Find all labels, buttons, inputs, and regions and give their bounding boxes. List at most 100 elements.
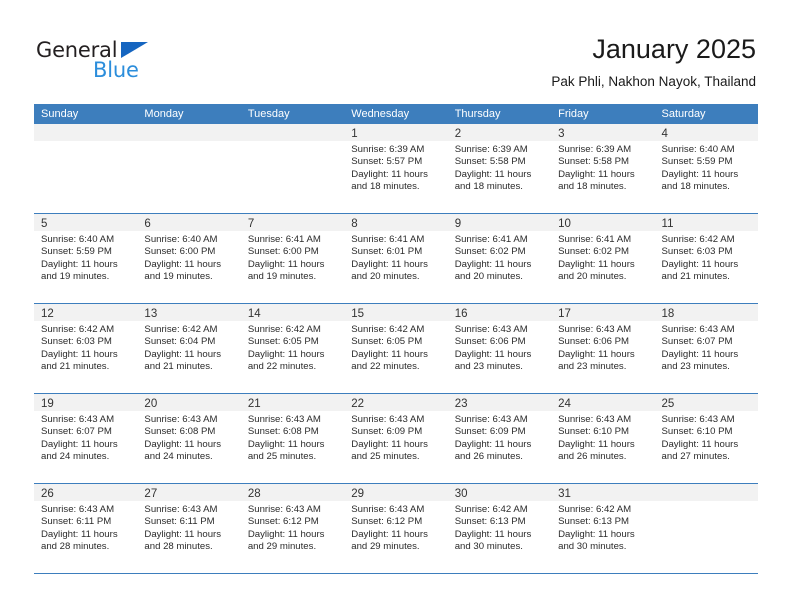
general-blue-logo[interactable]: General Blue [36, 38, 216, 84]
day-cell[interactable]: 7 Sunrise: 6:41 AM Sunset: 6:00 PM Dayli… [240, 214, 345, 303]
day-cell[interactable] [137, 124, 241, 213]
day-cell[interactable]: 22 Sunrise: 6:43 AM Sunset: 6:09 PM Dayl… [344, 394, 448, 483]
week-row: 12 Sunrise: 6:42 AM Sunset: 6:03 PM Dayl… [34, 304, 758, 394]
daylight-text-line1: Daylight: 11 hours [41, 528, 118, 540]
day-number: 24 [558, 398, 571, 410]
day-number-band: 27 [137, 484, 241, 501]
day-cell[interactable]: 11 Sunrise: 6:42 AM Sunset: 6:03 PM Dayl… [654, 214, 758, 303]
sunrise-text: Sunrise: 6:43 AM [454, 414, 528, 425]
day-number-band: 19 [34, 394, 138, 411]
sunrise-text: Sunrise: 6:43 AM [661, 324, 735, 335]
day-cell[interactable]: 20 Sunrise: 6:43 AM Sunset: 6:08 PM Dayl… [137, 394, 241, 483]
day-cell[interactable] [240, 124, 345, 213]
day-cell[interactable]: 2 Sunrise: 6:39 AM Sunset: 5:58 PM Dayli… [447, 124, 552, 213]
daylight-text-line2: and 18 minutes. [454, 181, 523, 193]
day-cell[interactable]: 31 Sunrise: 6:42 AM Sunset: 6:13 PM Dayl… [551, 484, 655, 573]
day-details: Sunrise: 6:43 AM Sunset: 6:06 PM Dayligh… [448, 321, 551, 374]
day-number: 21 [247, 398, 261, 410]
sunset-text: Sunset: 6:02 PM [454, 246, 526, 258]
day-cell[interactable]: 21 Sunrise: 6:43 AM Sunset: 6:08 PM Dayl… [240, 394, 345, 483]
day-cell[interactable]: 17 Sunrise: 6:43 AM Sunset: 6:06 PM Dayl… [551, 304, 655, 393]
day-cell[interactable] [654, 484, 758, 573]
day-cell[interactable]: 13 Sunrise: 6:42 AM Sunset: 6:04 PM Dayl… [137, 304, 241, 393]
day-cell[interactable]: 19 Sunrise: 6:43 AM Sunset: 6:07 PM Dayl… [34, 394, 138, 483]
day-cell[interactable]: 24 Sunrise: 6:43 AM Sunset: 6:10 PM Dayl… [551, 394, 655, 483]
daylight-text-line2: and 19 minutes. [247, 271, 317, 283]
day-number-band: 5 [34, 214, 138, 231]
sunset-text: Sunset: 6:13 PM [558, 516, 630, 528]
day-details: Sunrise: 6:43 AM Sunset: 6:10 PM Dayligh… [655, 411, 758, 464]
day-number: 28 [247, 488, 261, 500]
day-cell[interactable]: 23 Sunrise: 6:43 AM Sunset: 6:09 PM Dayl… [447, 394, 552, 483]
day-cell[interactable]: 15 Sunrise: 6:42 AM Sunset: 6:05 PM Dayl… [344, 304, 448, 393]
daylight-text-line2: and 20 minutes. [351, 271, 420, 283]
day-details: Sunrise: 6:41 AM Sunset: 6:02 PM Dayligh… [448, 231, 551, 284]
daylight-text-line1: Daylight: 11 hours [41, 258, 118, 270]
daylight-text-line1: Daylight: 11 hours [144, 258, 222, 270]
daylight-text-line1: Daylight: 11 hours [41, 438, 118, 450]
weekday-header-sunday: Sunday [41, 108, 79, 120]
day-cell[interactable]: 14 Sunrise: 6:42 AM Sunset: 6:05 PM Dayl… [240, 304, 345, 393]
day-number: 6 [144, 218, 151, 230]
daylight-text-line1: Daylight: 11 hours [351, 348, 428, 360]
day-cell[interactable]: 25 Sunrise: 6:43 AM Sunset: 6:10 PM Dayl… [654, 394, 758, 483]
day-number: 12 [41, 308, 54, 320]
day-cell[interactable]: 18 Sunrise: 6:43 AM Sunset: 6:07 PM Dayl… [654, 304, 758, 393]
sunrise-text: Sunrise: 6:43 AM [247, 414, 321, 425]
day-cell[interactable]: 8 Sunrise: 6:41 AM Sunset: 6:01 PM Dayli… [344, 214, 448, 303]
daylight-text-line1: Daylight: 11 hours [661, 258, 739, 270]
week-row: 5 Sunrise: 6:40 AM Sunset: 5:59 PM Dayli… [34, 214, 758, 304]
sunset-text: Sunset: 5:59 PM [41, 246, 112, 258]
day-number: 19 [41, 398, 54, 410]
day-cell[interactable]: 28 Sunrise: 6:43 AM Sunset: 6:12 PM Dayl… [240, 484, 345, 573]
day-cell[interactable]: 26 Sunrise: 6:43 AM Sunset: 6:11 PM Dayl… [34, 484, 138, 573]
day-cell[interactable]: 27 Sunrise: 6:43 AM Sunset: 6:11 PM Dayl… [137, 484, 241, 573]
day-cell[interactable]: 10 Sunrise: 6:41 AM Sunset: 6:02 PM Dayl… [551, 214, 655, 303]
day-number: 22 [351, 398, 365, 410]
day-number: 18 [661, 308, 675, 320]
sunset-text: Sunset: 6:08 PM [144, 426, 216, 438]
sunset-text: Sunset: 6:01 PM [351, 246, 423, 258]
day-cell[interactable]: 4 Sunrise: 6:40 AM Sunset: 5:59 PM Dayli… [654, 124, 758, 213]
daylight-text-line1: Daylight: 11 hours [558, 168, 635, 180]
day-number: 23 [454, 398, 468, 410]
day-cell[interactable]: 12 Sunrise: 6:42 AM Sunset: 6:03 PM Dayl… [34, 304, 138, 393]
sunset-text: Sunset: 6:12 PM [247, 516, 319, 528]
daylight-text-line1: Daylight: 11 hours [454, 168, 532, 180]
day-number-band: 8 [344, 214, 448, 231]
daylight-text-line1: Daylight: 11 hours [247, 258, 325, 270]
day-cell[interactable]: 9 Sunrise: 6:41 AM Sunset: 6:02 PM Dayli… [447, 214, 552, 303]
daylight-text-line2: and 18 minutes. [351, 181, 420, 193]
daylight-text-line2: and 28 minutes. [41, 541, 110, 553]
day-cell[interactable]: 30 Sunrise: 6:42 AM Sunset: 6:13 PM Dayl… [447, 484, 552, 573]
day-details: Sunrise: 6:41 AM Sunset: 6:00 PM Dayligh… [241, 231, 344, 284]
daylight-text-line2: and 18 minutes. [558, 181, 627, 193]
title-block: January 2025 Pak Phli, Nakhon Nayok, Tha… [551, 32, 756, 92]
day-number: 5 [41, 218, 48, 230]
day-cell[interactable]: 1 Sunrise: 6:39 AM Sunset: 5:57 PM Dayli… [344, 124, 448, 213]
day-number: 7 [247, 218, 255, 230]
day-number-band [137, 124, 241, 141]
day-cell[interactable]: 3 Sunrise: 6:39 AM Sunset: 5:58 PM Dayli… [551, 124, 655, 213]
sunrise-text: Sunrise: 6:43 AM [454, 324, 528, 335]
day-details: Sunrise: 6:40 AM Sunset: 6:00 PM Dayligh… [137, 231, 240, 284]
sunrise-text: Sunrise: 6:43 AM [41, 504, 115, 515]
day-cell[interactable]: 16 Sunrise: 6:43 AM Sunset: 6:06 PM Dayl… [447, 304, 552, 393]
day-number-band: 10 [551, 214, 655, 231]
sunset-text: Sunset: 6:05 PM [247, 336, 319, 348]
day-details [34, 141, 137, 144]
day-details: Sunrise: 6:41 AM Sunset: 6:02 PM Dayligh… [551, 231, 654, 284]
day-number: 13 [144, 308, 158, 320]
day-cell[interactable]: 5 Sunrise: 6:40 AM Sunset: 5:59 PM Dayli… [34, 214, 138, 303]
weekday-header-tuesday: Tuesday [247, 108, 290, 120]
day-number: 30 [454, 488, 468, 500]
day-cell[interactable]: 6 Sunrise: 6:40 AM Sunset: 6:00 PM Dayli… [137, 214, 241, 303]
sunset-text: Sunset: 6:06 PM [454, 336, 526, 348]
daylight-text-line2: and 25 minutes. [247, 451, 317, 463]
page-subtitle: Pak Phli, Nakhon Nayok, Thailand [551, 74, 756, 89]
sunrise-text: Sunrise: 6:39 AM [351, 144, 425, 155]
day-cell[interactable]: 29 Sunrise: 6:43 AM Sunset: 6:12 PM Dayl… [344, 484, 448, 573]
sunrise-text: Sunrise: 6:42 AM [558, 504, 632, 515]
day-cell[interactable] [34, 124, 138, 213]
day-details: Sunrise: 6:42 AM Sunset: 6:13 PM Dayligh… [448, 501, 551, 554]
